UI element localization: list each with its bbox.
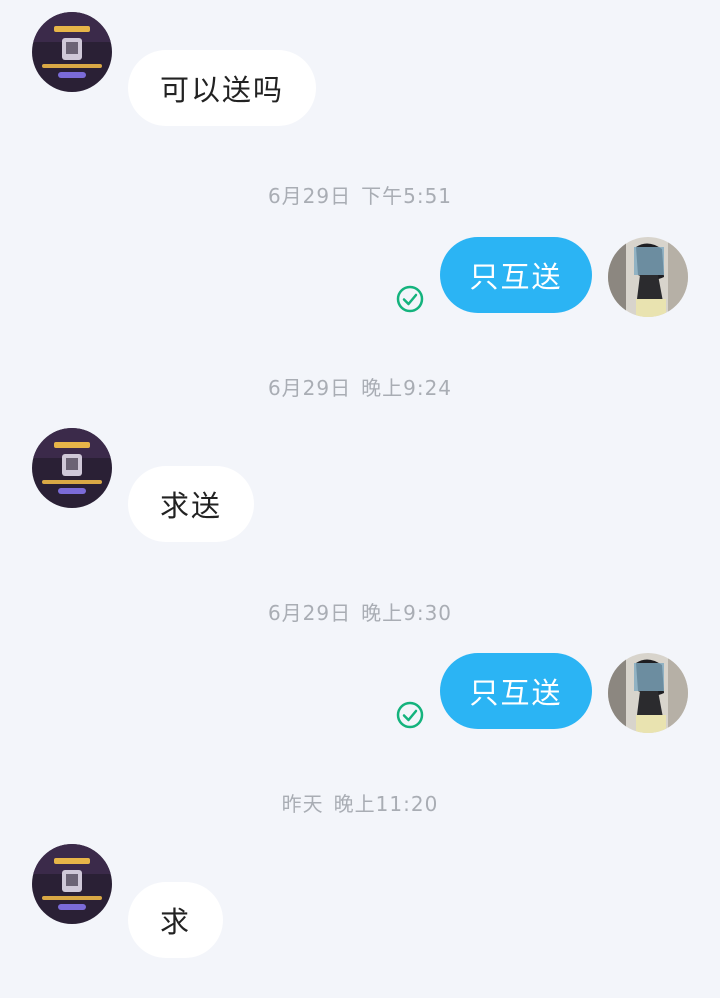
timestamp-date: 6月29日 bbox=[267, 376, 352, 400]
timestamp-time: 晚上9:30 bbox=[361, 601, 453, 625]
message-text: 求送 bbox=[160, 489, 223, 523]
timestamp-time: 晚上11:20 bbox=[333, 792, 439, 816]
timestamp-date: 6月29日 bbox=[267, 184, 352, 208]
incoming-message-bubble[interactable]: 可以送吗 bbox=[128, 50, 317, 126]
my-avatar[interactable] bbox=[608, 237, 688, 317]
timestamp-divider: 昨天 晚上11:20 bbox=[0, 788, 720, 817]
my-avatar-image bbox=[608, 653, 688, 733]
timestamp-time: 晚上9:24 bbox=[361, 376, 453, 400]
timestamp-divider: 6月29日 晚上9:24 bbox=[0, 372, 720, 401]
timestamp-date: 昨天 bbox=[281, 792, 324, 816]
message-text: 求 bbox=[160, 905, 192, 939]
contact-avatar[interactable] bbox=[32, 844, 112, 924]
message-text: 只互送 bbox=[469, 676, 563, 710]
incoming-message-bubble[interactable]: 求 bbox=[128, 882, 224, 958]
read-check-icon bbox=[396, 285, 424, 313]
contact-avatar-image bbox=[32, 844, 112, 924]
read-check-icon bbox=[396, 701, 424, 729]
timestamp-divider: 6月29日 晚上9:30 bbox=[0, 597, 720, 626]
chat-thread: 可以送吗 6月29日 下午5:51 只互送 6月29日 晚上9:24 求送 6月… bbox=[0, 0, 720, 998]
contact-avatar[interactable] bbox=[32, 12, 112, 92]
timestamp-time: 下午5:51 bbox=[361, 184, 453, 208]
message-text: 只互送 bbox=[469, 260, 563, 294]
message-text: 可以送吗 bbox=[160, 73, 285, 107]
outgoing-message-bubble[interactable]: 只互送 bbox=[440, 653, 592, 729]
my-avatar[interactable] bbox=[608, 653, 688, 733]
contact-avatar[interactable] bbox=[32, 428, 112, 508]
my-avatar-image bbox=[608, 237, 688, 317]
timestamp-divider: 6月29日 下午5:51 bbox=[0, 180, 720, 209]
contact-avatar-image bbox=[32, 428, 112, 508]
contact-avatar-image bbox=[32, 12, 112, 92]
outgoing-message-bubble[interactable]: 只互送 bbox=[440, 237, 592, 313]
timestamp-date: 6月29日 bbox=[267, 601, 352, 625]
incoming-message-bubble[interactable]: 求送 bbox=[128, 466, 255, 542]
